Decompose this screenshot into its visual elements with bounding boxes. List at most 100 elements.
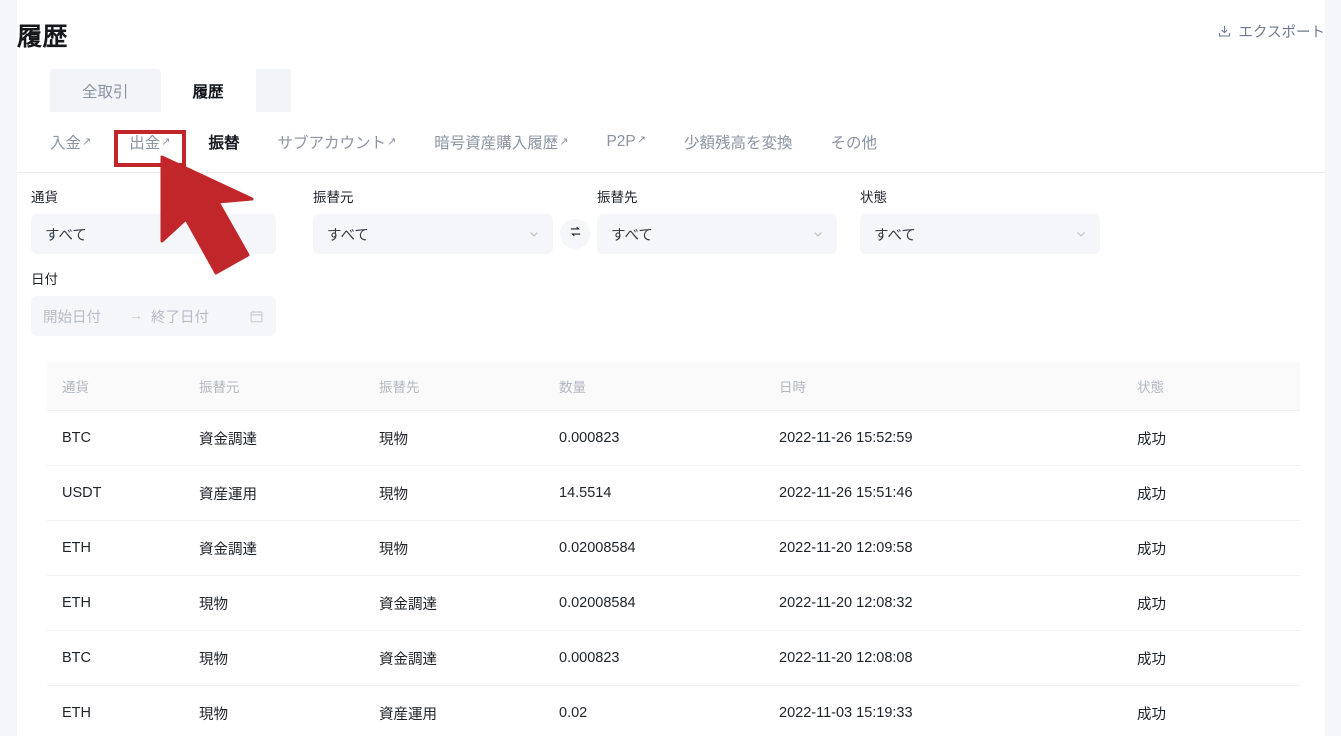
filter-row-date: 日付 開始日付 → 終了日付 [31, 268, 1311, 336]
transfer-history-table: 通貨 振替元 振替先 数量 日時 状態 BTC 資金調達 現物 0.000823… [47, 362, 1300, 736]
filter-status-select[interactable]: すべて [860, 214, 1100, 254]
column-header-amount: 数量 [559, 380, 586, 395]
filter-status: 状態 すべて [860, 186, 1100, 254]
cell-to: 資金調達 [379, 596, 437, 613]
cell-from: 現物 [199, 706, 228, 723]
filter-to-label: 振替先 [597, 190, 638, 205]
tab-bar-filler [255, 69, 291, 112]
cell-from: 資金調達 [199, 541, 257, 558]
cell-datetime: 2022-11-03 15:19:33 [779, 705, 913, 721]
cell-status: 成功 [1137, 651, 1166, 668]
subtab-label: 出金 [129, 135, 161, 152]
tab-label: 履歴 [192, 83, 224, 101]
download-icon [1217, 24, 1232, 39]
page-title: 履歴 [17, 23, 69, 51]
tab-history[interactable]: 履歴 [160, 69, 256, 112]
swap-direction-button[interactable] [560, 219, 590, 249]
calendar-icon [249, 309, 264, 324]
cell-currency: ETH [62, 595, 91, 611]
external-link-icon: ↗ [387, 136, 397, 148]
cell-currency: BTC [62, 650, 91, 666]
cell-status: 成功 [1137, 706, 1166, 723]
column-header-to: 振替先 [379, 380, 420, 395]
cell-from: 現物 [199, 651, 228, 668]
cell-from: 資産運用 [199, 486, 257, 503]
page-header: 履歴 エクスポート [17, 0, 1325, 62]
cell-amount: 0.000823 [559, 430, 620, 446]
column-header-from: 振替元 [199, 380, 240, 395]
chevron-down-icon [528, 228, 540, 240]
subtab-withdraw[interactable]: 出金 ↗ [129, 131, 170, 153]
external-link-icon: ↗ [636, 134, 646, 146]
cell-currency: USDT [62, 485, 102, 501]
export-label: エクスポート [1238, 25, 1325, 41]
cell-datetime: 2022-11-26 15:51:46 [779, 485, 913, 501]
date-start-input[interactable]: 開始日付 [43, 306, 121, 327]
column-header-currency: 通貨 [62, 380, 89, 395]
table-row: BTC 現物 資金調達 0.000823 2022-11-20 12:08:08… [47, 630, 1300, 685]
cell-datetime: 2022-11-20 12:09:58 [779, 540, 913, 556]
external-link-icon: ↗ [82, 136, 92, 148]
filter-to-select[interactable]: すべて [597, 214, 837, 254]
cell-to: 現物 [379, 431, 408, 448]
cell-status: 成功 [1137, 596, 1166, 613]
filter-currency-input[interactable]: すべて [31, 214, 276, 254]
external-link-icon: ↗ [161, 136, 171, 148]
subtab-label: 振替 [208, 135, 240, 152]
subtab-crypto-purchase-history[interactable]: 暗号資産購入履歴 ↗ [434, 131, 568, 153]
subtab-label: 暗号資産購入履歴 [434, 135, 559, 152]
cell-amount: 0.000823 [559, 650, 620, 666]
subtab-others[interactable]: その他 [831, 131, 878, 153]
column-header-datetime: 日時 [779, 380, 806, 395]
cell-datetime: 2022-11-20 12:08:08 [779, 650, 913, 666]
external-link-icon: ↗ [559, 136, 569, 148]
cell-to: 現物 [379, 541, 408, 558]
cell-status: 成功 [1137, 431, 1166, 448]
subtab-transfer[interactable]: 振替 [208, 131, 239, 153]
filter-to-value: すべて [611, 227, 653, 244]
cell-to: 現物 [379, 486, 408, 503]
filter-row-primary: 通貨 すべて 振替元 すべて 振替先 すべて 状態 すべて [31, 186, 1311, 254]
chevron-down-icon [812, 228, 824, 240]
subtab-subaccount[interactable]: サブアカウント ↗ [277, 131, 396, 153]
filter-date-label: 日付 [31, 272, 58, 287]
table-row: BTC 資金調達 現物 0.000823 2022-11-26 15:52:59… [47, 410, 1300, 465]
tab-label: 全取引 [82, 83, 129, 101]
cell-datetime: 2022-11-26 15:52:59 [779, 430, 913, 446]
cell-status: 成功 [1137, 486, 1166, 503]
filter-date: 日付 開始日付 → 終了日付 [31, 268, 276, 336]
subtab-label: サブアカウント [277, 135, 386, 152]
table-header-row: 通貨 振替元 振替先 数量 日時 状態 [47, 362, 1300, 410]
cell-amount: 0.02008584 [559, 595, 636, 611]
sub-tabs: 入金 ↗ 出金 ↗ 振替 サブアカウント ↗ 暗号資産購入履歴 ↗ P2P ↗ [50, 112, 1325, 172]
subtab-label: その他 [830, 135, 878, 152]
date-range-separator: → [128, 308, 144, 324]
export-button[interactable]: エクスポート [1217, 21, 1325, 42]
cell-from: 資金調達 [199, 431, 257, 448]
cell-from: 現物 [199, 596, 228, 613]
filter-from-value: すべて [327, 227, 369, 244]
primary-tabs: 全取引 履歴 [50, 69, 291, 112]
table-row: ETH 現物 資産運用 0.02 2022-11-03 15:19:33 成功 [47, 685, 1300, 736]
filter-currency-value: すべて [45, 227, 87, 244]
date-end-input[interactable]: 終了日付 [151, 306, 229, 327]
column-header-status: 状態 [1137, 380, 1164, 395]
date-range-picker[interactable]: 開始日付 → 終了日付 [31, 296, 276, 336]
subtab-p2p[interactable]: P2P ↗ [606, 133, 646, 151]
subtab-deposit[interactable]: 入金 ↗ [50, 131, 91, 153]
filter-currency: 通貨 すべて [31, 186, 276, 254]
cell-to: 資金調達 [379, 651, 437, 668]
subtab-convert-small-balance[interactable]: 少額残高を変換 [684, 131, 793, 153]
page-root: 履歴 エクスポート 全取引 履歴 入金 ↗ 出金 ↗ 振替 サブアカウント ↗ … [0, 0, 1341, 736]
cell-amount: 0.02 [559, 705, 588, 721]
filter-from: 振替元 すべて [313, 186, 553, 254]
header-divider [17, 172, 1325, 173]
cell-currency: ETH [62, 540, 91, 556]
filter-panel: 通貨 すべて 振替元 すべて 振替先 すべて 状態 すべて 日付 開始日付 → … [31, 186, 1311, 336]
filter-from-select[interactable]: すべて [313, 214, 553, 254]
chevron-down-icon [1075, 228, 1087, 240]
cell-amount: 0.02008584 [559, 540, 636, 556]
subtab-label: 少額残高を変換 [683, 135, 793, 152]
tab-all-transactions[interactable]: 全取引 [50, 69, 161, 112]
cell-currency: ETH [62, 705, 91, 721]
